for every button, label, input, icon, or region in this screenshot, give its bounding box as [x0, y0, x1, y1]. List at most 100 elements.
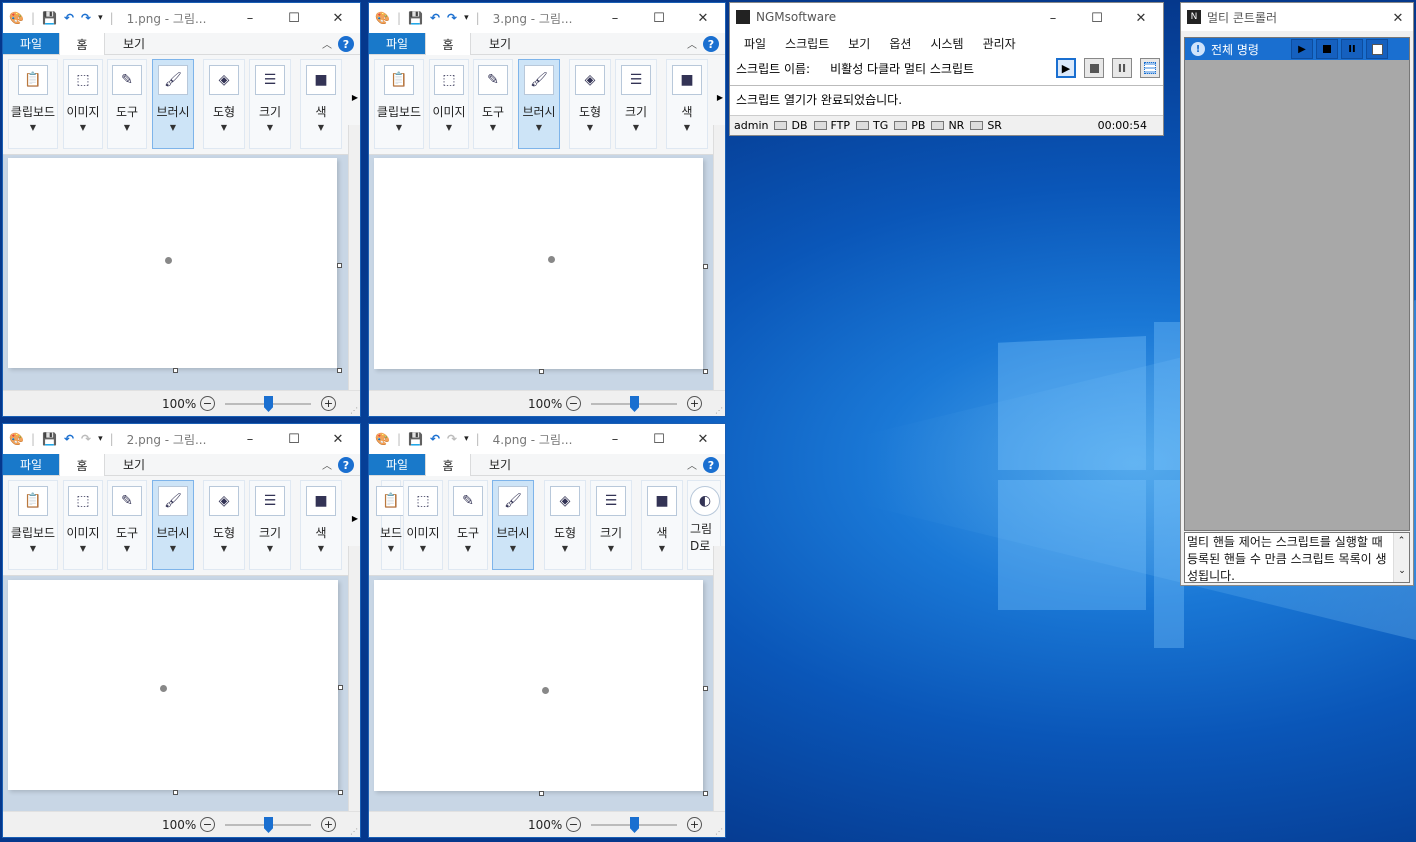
resize-grip-icon[interactable]: ⋰ — [350, 406, 358, 415]
ribbon-group-clipboard[interactable]: 📋 클립보드 ▼ — [8, 59, 58, 149]
close-icon[interactable]: ✕ — [1383, 3, 1413, 33]
resize-handle-bottom[interactable] — [538, 369, 544, 374]
ribbon-group-shapes[interactable]: ◈ 도형 ▼ — [544, 480, 586, 570]
multi-script-list[interactable]: ! 전체 명령 ▶ II — [1184, 37, 1410, 531]
tab-home[interactable]: 홈 — [59, 33, 105, 55]
vertical-scrollbar[interactable] — [348, 125, 360, 392]
minimize-icon[interactable]: – — [1031, 3, 1075, 33]
ribbon-group-image[interactable]: ⬚ 이미지 ▼ — [403, 480, 443, 570]
ribbon-scroll-right-icon[interactable]: ▶ — [352, 514, 358, 523]
maximize-icon[interactable]: ☐ — [1075, 3, 1119, 33]
zoom-in-button[interactable]: + — [321, 817, 336, 832]
collapse-ribbon-icon[interactable]: ︿ — [322, 457, 332, 472]
play-all-button[interactable]: ▶ — [1291, 39, 1313, 59]
undo-icon[interactable]: ↶ — [64, 432, 74, 446]
tab-view[interactable]: 보기 — [105, 33, 163, 54]
zoom-slider-thumb[interactable] — [630, 817, 639, 833]
customize-toolbar-icon[interactable]: ▾ — [464, 13, 469, 23]
stop-all-button[interactable] — [1316, 39, 1338, 59]
resize-grip-icon[interactable]: ⋰ — [715, 827, 723, 836]
help-icon[interactable]: ? — [703, 457, 719, 473]
zoom-out-button[interactable]: − — [200, 817, 215, 832]
menu-view[interactable]: 보기 — [848, 35, 870, 52]
redo-icon[interactable]: ↷ — [81, 432, 91, 446]
save-icon[interactable]: 💾 — [42, 11, 57, 25]
resize-handle-right[interactable] — [703, 685, 708, 691]
ribbon-group-size[interactable]: ☰ 크기 ▼ — [249, 480, 291, 570]
paint-titlebar[interactable]: 🎨 | 💾 ↶ ↷ ▾ | 2.png - 그림... – ☐ ✕ — [3, 424, 360, 454]
ribbon-group-color[interactable]: ■ 색 ▼ — [300, 59, 342, 149]
resize-handle-bottom[interactable] — [173, 790, 178, 795]
help-icon[interactable]: ? — [338, 457, 354, 473]
ribbon-group-brush[interactable]: 🖌 브러시 ▼ — [152, 480, 194, 570]
zoom-in-button[interactable]: + — [687, 817, 702, 832]
customize-toolbar-icon[interactable]: ▾ — [98, 434, 103, 444]
close-icon[interactable]: ✕ — [681, 424, 725, 454]
drawing-canvas[interactable] — [374, 158, 703, 369]
save-icon[interactable]: 💾 — [408, 432, 423, 446]
paint-titlebar[interactable]: 🎨 | 💾 ↶ ↷ ▾ | 4.png - 그림... – ☐ ✕ — [369, 424, 725, 454]
customize-toolbar-icon[interactable]: ▾ — [464, 434, 469, 444]
resize-handle-right[interactable] — [337, 263, 342, 268]
resize-handle-corner[interactable] — [703, 791, 708, 796]
ribbon-scroll-right-icon[interactable]: ▶ — [717, 93, 723, 102]
collapse-ribbon-icon[interactable]: ︿ — [322, 36, 332, 51]
ngm-titlebar[interactable]: NGMsoftware – ☐ ✕ — [730, 3, 1163, 31]
select-all-checkbox[interactable] — [1366, 39, 1388, 59]
menu-script[interactable]: 스크립트 — [785, 35, 829, 52]
ribbon-group-shapes[interactable]: ◈ 도형 ▼ — [203, 480, 245, 570]
minimize-icon[interactable]: – — [593, 424, 637, 454]
tab-home[interactable]: 홈 — [425, 454, 471, 476]
ribbon-group-color[interactable]: ■ 색 ▼ — [300, 480, 342, 570]
undo-icon[interactable]: ↶ — [430, 432, 440, 446]
save-icon[interactable]: 💾 — [408, 11, 423, 25]
minimize-icon[interactable]: – — [593, 3, 637, 33]
menu-admin[interactable]: 관리자 — [983, 35, 1016, 52]
tab-file[interactable]: 파일 — [3, 33, 59, 54]
save-icon[interactable]: 💾 — [42, 432, 57, 446]
ribbon-group-clipboard-partial[interactable]: 📋 보드 ▼ — [376, 480, 406, 570]
zoom-out-button[interactable]: − — [200, 396, 215, 411]
scroll-down-icon[interactable]: ⌄ — [1394, 563, 1409, 580]
tab-file[interactable]: 파일 — [369, 33, 425, 54]
zoom-in-button[interactable]: + — [321, 396, 336, 411]
pause-button[interactable]: II — [1112, 58, 1132, 78]
zoom-slider-thumb[interactable] — [630, 396, 639, 412]
resize-handle-bottom[interactable] — [538, 791, 544, 796]
drawing-canvas[interactable] — [374, 580, 703, 791]
tab-home[interactable]: 홈 — [59, 454, 105, 476]
resize-handle-bottom[interactable] — [172, 368, 178, 373]
tab-file[interactable]: 파일 — [369, 454, 425, 475]
resize-grip-icon[interactable]: ⋰ — [715, 406, 723, 415]
close-icon[interactable]: ✕ — [316, 424, 360, 454]
resize-handle-corner[interactable] — [338, 790, 343, 795]
scroll-up-icon[interactable]: ⌃ — [1394, 533, 1409, 549]
help-icon[interactable]: ? — [703, 36, 719, 52]
zoom-slider-thumb[interactable] — [264, 817, 273, 833]
ribbon-group-size[interactable]: ☰ 크기 ▼ — [249, 59, 291, 149]
ribbon-group-shapes[interactable]: ◈ 도형 ▼ — [203, 59, 245, 149]
description-scrollbar[interactable]: ⌃ ⌄ — [1393, 533, 1409, 582]
tab-view[interactable]: 보기 — [471, 33, 529, 54]
maximize-icon[interactable]: ☐ — [272, 3, 316, 33]
redo-icon[interactable]: ↷ — [447, 432, 457, 446]
drawing-canvas[interactable] — [8, 158, 337, 368]
maximize-icon[interactable]: ☐ — [637, 3, 681, 33]
ribbon-group-shapes[interactable]: ◈ 도형 ▼ — [569, 59, 611, 149]
redo-icon[interactable]: ↷ — [447, 11, 457, 25]
ribbon-group-brush[interactable]: 🖌 브러시 ▼ — [152, 59, 194, 149]
minimize-icon[interactable]: – — [228, 3, 272, 33]
ribbon-group-brush[interactable]: 🖌 브러시 ▼ — [518, 59, 560, 149]
ribbon-group-tools[interactable]: ✎ 도구 ▼ — [107, 59, 147, 149]
ribbon-group-tools[interactable]: ✎ 도구 ▼ — [473, 59, 513, 149]
ribbon-group-tools[interactable]: ✎ 도구 ▼ — [107, 480, 147, 570]
undo-icon[interactable]: ↶ — [64, 11, 74, 25]
ribbon-group-tools[interactable]: ✎ 도구 ▼ — [448, 480, 488, 570]
tab-file[interactable]: 파일 — [3, 454, 59, 475]
ribbon-group-image[interactable]: ⬚ 이미지 ▼ — [63, 59, 103, 149]
minimize-icon[interactable]: – — [228, 424, 272, 454]
ribbon-group-image[interactable]: ⬚ 이미지 ▼ — [429, 59, 469, 149]
resize-handle-right[interactable] — [338, 685, 343, 690]
collapse-ribbon-icon[interactable]: ︿ — [687, 457, 697, 472]
play-button[interactable]: ▶ — [1056, 58, 1076, 78]
